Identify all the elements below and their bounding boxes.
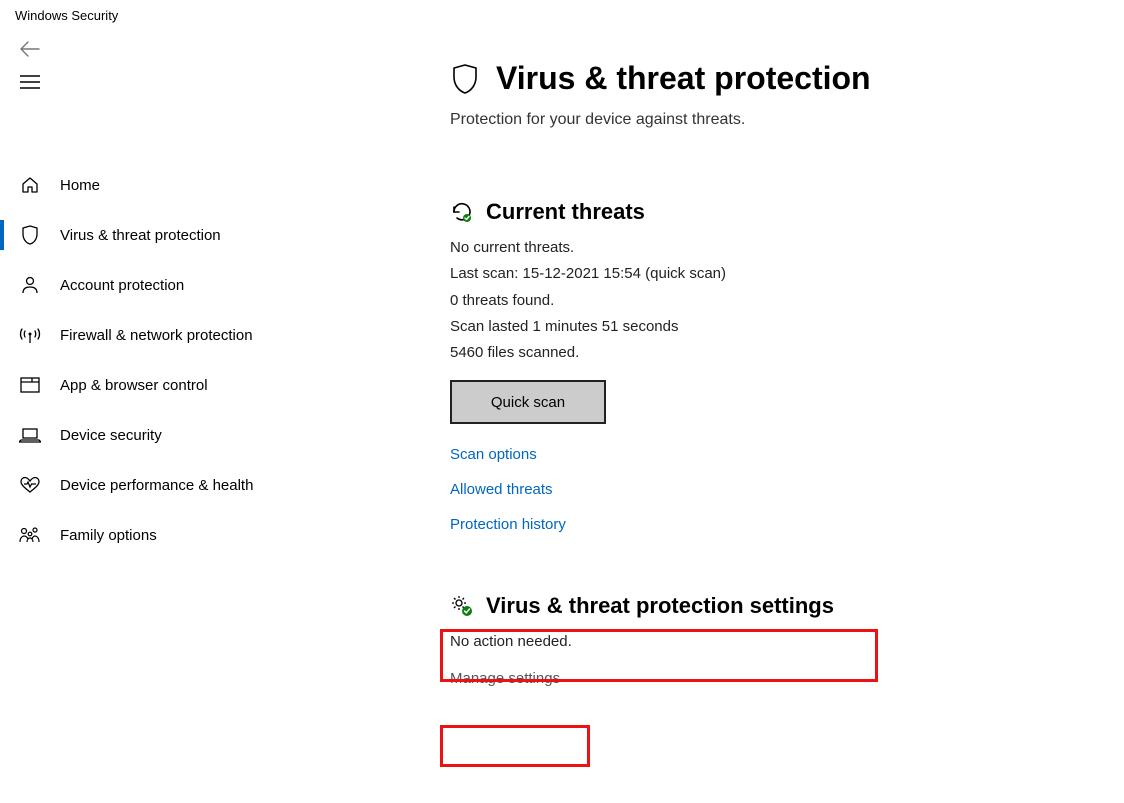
sidebar-item-label: Home <box>60 177 100 194</box>
sidebar-item-firewall[interactable]: Firewall & network protection <box>0 310 380 360</box>
sidebar-item-label: Family options <box>60 527 157 544</box>
section-title: Current threats <box>486 199 645 225</box>
scan-options-link[interactable]: Scan options <box>450 446 1104 463</box>
page-subtitle: Protection for your device against threa… <box>450 111 1104 129</box>
scan-duration-line: Scan lasted 1 minutes 51 seconds <box>450 314 1104 340</box>
antenna-icon <box>18 325 42 345</box>
shield-large-icon <box>450 62 480 96</box>
sidebar-item-label: Firewall & network protection <box>60 327 253 344</box>
sidebar: Home Virus & threat protection Account p… <box>0 160 380 560</box>
sidebar-item-device-security[interactable]: Device security <box>0 410 380 460</box>
settings-status-icon <box>450 594 474 618</box>
sidebar-item-family[interactable]: Family options <box>0 510 380 560</box>
sidebar-item-label: Device security <box>60 427 162 444</box>
page-header: Virus & threat protection <box>450 60 1104 97</box>
arrow-left-icon <box>20 41 40 57</box>
home-icon <box>18 175 42 195</box>
highlight-box <box>440 725 590 767</box>
last-scan-line: Last scan: 15-12-2021 15:54 (quick scan) <box>450 261 1104 287</box>
sidebar-item-performance[interactable]: Device performance & health <box>0 460 380 510</box>
shield-icon <box>18 224 42 246</box>
sidebar-item-home[interactable]: Home <box>0 160 380 210</box>
main-content: Virus & threat protection Protection for… <box>450 60 1104 688</box>
window-icon <box>18 377 42 393</box>
current-threats-section: Current threats No current threats. Last… <box>450 199 1104 533</box>
person-icon <box>18 275 42 295</box>
threat-status-line: No current threats. <box>450 235 1104 261</box>
scan-status-icon <box>450 200 474 224</box>
sidebar-item-label: Device performance & health <box>60 477 253 494</box>
laptop-icon <box>18 427 42 443</box>
window-title: Windows Security <box>0 0 1124 27</box>
allowed-threats-link[interactable]: Allowed threats <box>450 481 1104 498</box>
sidebar-item-label: Account protection <box>60 277 184 294</box>
settings-section: Virus & threat protection settings No ac… <box>450 593 1104 687</box>
files-scanned-line: 5460 files scanned. <box>450 340 1104 366</box>
sidebar-item-app-browser[interactable]: App & browser control <box>0 360 380 410</box>
sidebar-item-account-protection[interactable]: Account protection <box>0 260 380 310</box>
settings-status-line: No action needed. <box>450 629 1104 655</box>
page-title: Virus & threat protection <box>496 60 871 97</box>
sidebar-item-label: App & browser control <box>60 377 208 394</box>
sidebar-item-label: Virus & threat protection <box>60 227 221 244</box>
heart-icon <box>18 476 42 494</box>
protection-history-link[interactable]: Protection history <box>450 516 1104 533</box>
threats-found-line: 0 threats found. <box>450 288 1104 314</box>
sidebar-item-virus-protection[interactable]: Virus & threat protection <box>0 210 380 260</box>
manage-settings-link[interactable]: Manage settings <box>450 670 560 687</box>
quick-scan-button[interactable]: Quick scan <box>450 380 606 424</box>
hamburger-icon <box>20 75 40 89</box>
section-title: Virus & threat protection settings <box>486 593 834 619</box>
back-button[interactable] <box>0 27 1124 57</box>
family-icon <box>18 526 42 544</box>
